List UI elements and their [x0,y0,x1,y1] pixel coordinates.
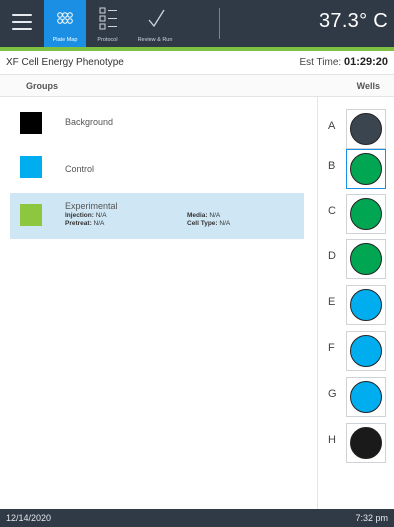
group-media: Media: N/A [187,212,220,219]
cell-type-value: N/A [219,220,231,227]
wells-header: Wells [356,81,380,91]
well-dot [350,243,382,275]
wells-panel: A B C D E F G H [317,97,394,509]
tab-review-run-label: Review & Run [137,37,173,43]
well-box[interactable] [346,109,386,149]
well-box[interactable] [346,377,386,417]
tab-protocol-label: Protocol [97,37,118,43]
tab-review-run[interactable]: Review & Run [129,0,181,47]
well-row-g[interactable]: G [318,375,394,417]
tab-protocol[interactable]: Protocol [86,0,129,47]
pretreat-label: Pretreat: [65,220,92,227]
well-row-a[interactable]: A [318,107,394,149]
temperature-readout: 37.3° C [318,10,388,32]
well-row-c[interactable]: C [318,192,394,234]
group-pretreat: Pretreat: N/A [65,220,104,227]
tab-plate-map-label: Plate Map [52,37,78,43]
plate-grid-icon [57,12,73,24]
well-box[interactable] [346,239,386,279]
well-row-label: D [328,250,336,262]
groups-header: Groups [26,81,59,91]
assay-title: XF Cell Energy Phenotype [6,57,124,68]
well-row-b[interactable]: B [318,147,394,189]
group-name: Experimental [65,201,118,211]
well-row-f[interactable]: F [318,329,394,371]
injection-value: N/A [95,212,107,219]
media-label: Media: [187,212,208,219]
group-item-experimental[interactable]: Experimental Injection: N/A Pretreat: N/… [10,193,304,239]
top-bar: Plate Map Protocol Review & Run 37.3° C [0,0,394,51]
well-row-h[interactable]: H [318,421,394,463]
group-injection: Injection: N/A [65,212,107,219]
well-row-label: E [328,296,336,308]
group-item-background[interactable]: Background [10,103,304,145]
column-headers: Groups Wells [0,75,394,97]
media-value: N/A [209,212,221,219]
well-box[interactable] [346,331,386,371]
well-row-label: G [328,388,337,400]
well-dot [350,335,382,367]
well-row-label: A [328,120,336,132]
group-name: Control [65,164,95,174]
well-row-label: F [328,342,335,354]
well-row-label: B [328,160,336,172]
assay-title-bar: XF Cell Energy Phenotype Est Time: 01:29… [0,51,394,75]
group-color-swatch [20,204,42,226]
well-dot [350,113,382,145]
well-row-label: C [328,205,336,217]
well-row-label: H [328,434,336,446]
protocol-list-icon [99,7,117,30]
well-row-d[interactable]: D [318,237,394,279]
group-item-control[interactable]: Control [10,147,304,189]
well-box[interactable] [346,285,386,325]
status-time: 7:32 pm [355,513,388,523]
well-dot [350,198,382,230]
cell-type-label: Cell Type: [187,220,218,227]
well-box[interactable] [346,423,386,463]
group-color-swatch [20,112,42,134]
well-box[interactable] [346,194,386,234]
est-time-label: Est Time: [299,57,342,68]
well-dot [350,427,382,459]
group-cell-type: Cell Type: N/A [187,220,230,227]
group-name: Background [65,117,114,127]
well-dot [350,381,382,413]
header-divider [219,8,220,39]
well-box[interactable] [346,149,386,189]
estimated-time: Est Time: 01:29:20 [299,56,388,68]
group-color-swatch [20,156,42,178]
well-dot [350,153,382,185]
est-time-value: 01:29:20 [343,56,388,68]
status-bar: 12/14/2020 7:32 pm [0,509,394,527]
well-row-e[interactable]: E [318,283,394,325]
well-dot [350,289,382,321]
pretreat-value: N/A [93,220,105,227]
injection-label: Injection: [65,212,94,219]
hamburger-menu-icon[interactable] [12,14,32,32]
tab-plate-map[interactable]: Plate Map [44,0,86,47]
checkmark-icon [148,9,165,28]
status-date: 12/14/2020 [6,513,52,523]
